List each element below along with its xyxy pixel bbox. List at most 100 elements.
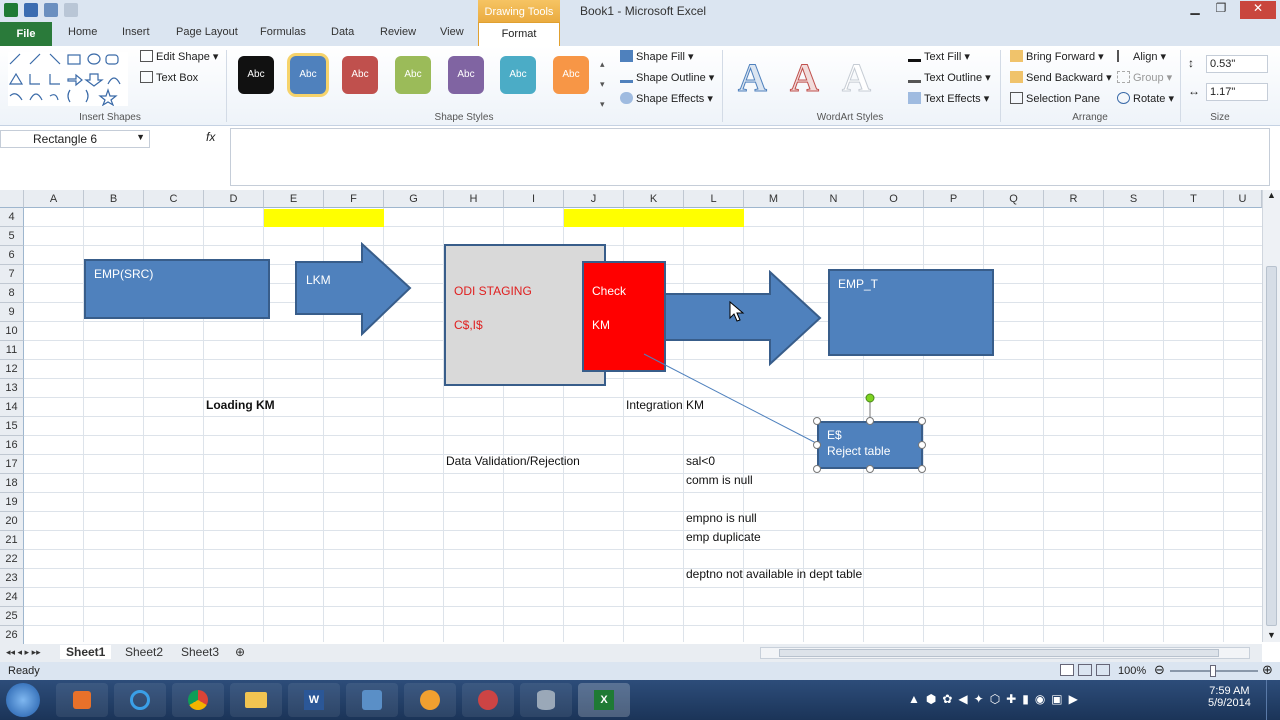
start-button[interactable] bbox=[6, 683, 40, 717]
style-swatch-aqua[interactable]: Abc bbox=[500, 56, 536, 94]
wordart-style-red[interactable]: A bbox=[790, 54, 820, 101]
row-header-10[interactable]: 10 bbox=[0, 322, 24, 341]
column-header-q[interactable]: Q bbox=[984, 190, 1044, 208]
tab-page-layout[interactable]: Page Layout bbox=[176, 26, 238, 38]
row-header-24[interactable]: 24 bbox=[0, 588, 24, 607]
name-box[interactable]: Rectangle 6 ▼ bbox=[0, 130, 150, 148]
minimize-icon[interactable]: ▁ bbox=[1184, 1, 1206, 19]
horizontal-scrollbar[interactable] bbox=[760, 647, 1250, 659]
tool-icon[interactable] bbox=[346, 683, 398, 717]
column-header-p[interactable]: P bbox=[924, 190, 984, 208]
row-header-21[interactable]: 21 bbox=[0, 531, 24, 550]
column-header-i[interactable]: I bbox=[504, 190, 564, 208]
tab-insert[interactable]: Insert bbox=[122, 26, 150, 38]
insert-function-icon[interactable]: fx bbox=[206, 130, 215, 144]
highlight-cells-e4-f4[interactable] bbox=[264, 209, 384, 227]
style-swatch-red[interactable]: Abc bbox=[342, 56, 378, 94]
file-explorer-icon[interactable] bbox=[230, 683, 282, 717]
zoom-slider[interactable] bbox=[1170, 665, 1258, 677]
tab-review[interactable]: Review bbox=[380, 26, 416, 38]
sheet-tab-3[interactable]: Sheet3 bbox=[181, 645, 219, 659]
gallery-scroll[interactable]: ▴ ▾ ▾ bbox=[600, 54, 605, 114]
style-swatch-black[interactable]: Abc bbox=[238, 56, 274, 94]
column-header-h[interactable]: H bbox=[444, 190, 504, 208]
text-fill-button[interactable]: Text Fill ▾ bbox=[908, 50, 970, 63]
rotate-handle[interactable] bbox=[865, 393, 875, 403]
sheet-nav-icons[interactable]: ◂◂ ◂ ▸ ▸▸ bbox=[6, 647, 41, 658]
view-page-layout-icon[interactable] bbox=[1078, 664, 1092, 676]
column-header-l[interactable]: L bbox=[684, 190, 744, 208]
vertical-scrollbar[interactable]: ▲ ▼ bbox=[1262, 190, 1280, 642]
column-header-k[interactable]: K bbox=[624, 190, 684, 208]
style-swatch-orange[interactable]: Abc bbox=[553, 56, 589, 94]
hscroll-thumb[interactable] bbox=[779, 649, 1219, 657]
integration-km-label[interactable]: Integration KM bbox=[626, 398, 704, 412]
bring-forward-button[interactable]: Bring Forward ▾ bbox=[1010, 50, 1104, 63]
redo-icon[interactable] bbox=[64, 3, 78, 17]
row-header-20[interactable]: 20 bbox=[0, 512, 24, 531]
insert-sheet-icon[interactable]: ⊕ bbox=[235, 645, 245, 659]
text-effects-button[interactable]: Text Effects ▾ bbox=[908, 92, 989, 105]
view-page-break-icon[interactable] bbox=[1096, 664, 1110, 676]
text-box-button[interactable]: Text Box bbox=[140, 71, 198, 84]
group-button[interactable]: Group ▾ bbox=[1117, 71, 1172, 84]
column-header-e[interactable]: E bbox=[264, 190, 324, 208]
database-icon[interactable] bbox=[520, 683, 572, 717]
highlight-cells-j4-l4[interactable] bbox=[564, 209, 744, 227]
zoom-in-icon[interactable]: ⊕ bbox=[1262, 662, 1273, 678]
view-normal-icon[interactable] bbox=[1060, 664, 1074, 676]
restore-icon[interactable]: ❐ bbox=[1210, 1, 1232, 19]
column-header-a[interactable]: A bbox=[24, 190, 84, 208]
row-header-17[interactable]: 17 bbox=[0, 455, 24, 474]
zoom-level[interactable]: 100% bbox=[1118, 665, 1146, 677]
row-header-16[interactable]: 16 bbox=[0, 436, 24, 455]
row-header-7[interactable]: 7 bbox=[0, 265, 24, 284]
select-all-corner[interactable] bbox=[0, 190, 24, 208]
shape-width-input[interactable]: 1.17" bbox=[1206, 83, 1268, 101]
emp-t-shape[interactable]: EMP_T bbox=[828, 269, 994, 356]
row-header-14[interactable]: 14 bbox=[0, 398, 24, 417]
data-validation-label[interactable]: Data Validation/Rejection bbox=[446, 454, 580, 468]
rule-duplicate[interactable]: emp duplicate bbox=[686, 530, 761, 544]
tab-format[interactable]: Format bbox=[478, 22, 560, 46]
row-header-9[interactable]: 9 bbox=[0, 303, 24, 322]
media-player-icon[interactable] bbox=[56, 683, 108, 717]
row-header-4[interactable]: 4 bbox=[0, 208, 24, 227]
tab-formulas[interactable]: Formulas bbox=[260, 26, 306, 38]
sheet-tab-1[interactable]: Sheet1 bbox=[60, 645, 112, 659]
shape-effects-button[interactable]: Shape Effects ▾ bbox=[620, 92, 713, 105]
shapes-gallery[interactable] bbox=[8, 52, 128, 107]
column-header-g[interactable]: G bbox=[384, 190, 444, 208]
rotate-button[interactable]: Rotate ▾ bbox=[1117, 92, 1174, 105]
row-header-19[interactable]: 19 bbox=[0, 493, 24, 512]
row-header-23[interactable]: 23 bbox=[0, 569, 24, 588]
formula-input[interactable] bbox=[230, 128, 1270, 186]
scroll-up-icon[interactable]: ▲ bbox=[1267, 190, 1276, 200]
style-swatch-purple[interactable]: Abc bbox=[448, 56, 484, 94]
rule-comm[interactable]: comm is null bbox=[686, 473, 753, 487]
align-button[interactable]: Align ▾ bbox=[1117, 50, 1166, 63]
row-header-22[interactable]: 22 bbox=[0, 550, 24, 569]
lkm-arrow[interactable] bbox=[294, 242, 414, 338]
row-header-5[interactable]: 5 bbox=[0, 227, 24, 246]
row-header-12[interactable]: 12 bbox=[0, 360, 24, 379]
column-header-o[interactable]: O bbox=[864, 190, 924, 208]
internet-explorer-icon[interactable] bbox=[114, 683, 166, 717]
row-header-18[interactable]: 18 bbox=[0, 474, 24, 493]
send-backward-button[interactable]: Send Backward ▾ bbox=[1010, 71, 1112, 84]
word-icon[interactable]: W bbox=[288, 683, 340, 717]
style-swatch-green[interactable]: Abc bbox=[395, 56, 431, 94]
emp-src-shape[interactable]: EMP(SRC) bbox=[84, 259, 270, 319]
network-app-icon[interactable] bbox=[462, 683, 514, 717]
column-header-b[interactable]: B bbox=[84, 190, 144, 208]
loading-km-label[interactable]: Loading KM bbox=[206, 398, 275, 412]
column-header-f[interactable]: F bbox=[324, 190, 384, 208]
row-header-26[interactable]: 26 bbox=[0, 626, 24, 645]
rule-empno[interactable]: empno is null bbox=[686, 511, 757, 525]
column-header-t[interactable]: T bbox=[1164, 190, 1224, 208]
resize-handles[interactable] bbox=[813, 417, 926, 473]
column-header-m[interactable]: M bbox=[744, 190, 804, 208]
selection-pane-button[interactable]: Selection Pane bbox=[1010, 92, 1100, 105]
scroll-thumb[interactable] bbox=[1266, 266, 1277, 626]
column-header-u[interactable]: U bbox=[1224, 190, 1262, 208]
